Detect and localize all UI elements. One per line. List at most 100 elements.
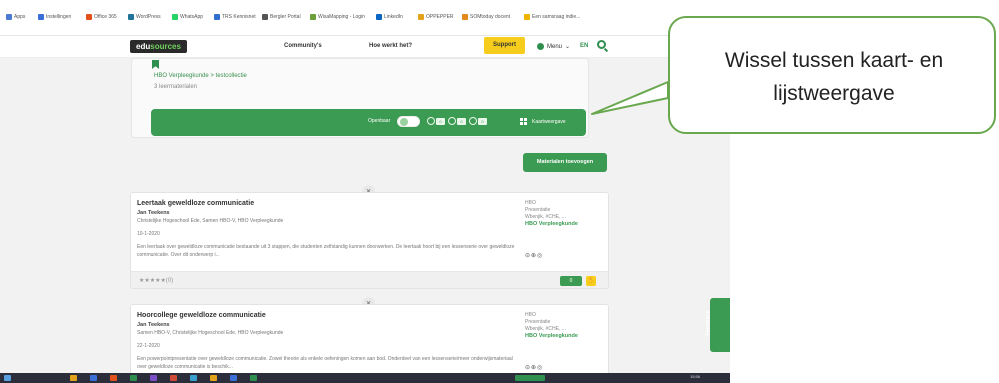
bookmark-icon — [128, 14, 134, 20]
bookmark-item[interactable]: Bergler Portal — [262, 14, 301, 20]
material-count: 3 leermaterialen — [154, 84, 198, 90]
card-title[interactable]: Leertaak geweldloze communicatie — [137, 200, 254, 207]
stat-value-3: 0 — [478, 118, 487, 125]
card-description: Een powerpointpresentatie over geweldloz… — [137, 356, 513, 370]
bookmark-label: Office 365 — [94, 14, 117, 20]
bookmark-icon — [376, 14, 382, 20]
bookmark-label: WhatsApp — [180, 14, 204, 20]
add-materials-button[interactable]: Materialen toevoegen — [523, 153, 607, 172]
card-source: Samen HBO-V, Christelijke Hogeschool Ede… — [137, 330, 284, 336]
bookmark-item[interactable]: OPPEPPER — [418, 14, 454, 20]
thumbs-icon — [427, 117, 435, 125]
stat-value-1: 0 — [436, 118, 445, 125]
grid-view-icon[interactable] — [520, 118, 527, 125]
taskbar-app-icon[interactable] — [190, 375, 197, 381]
card-footer: ★★★★★(0) 0 ✋ — [131, 271, 608, 288]
screenshot: Apps Instellingen Office 365 WordPress Whats… — [0, 0, 730, 383]
license-icon: ⊝⊕◎ — [525, 365, 544, 371]
chevron-down-icon: ⌄ — [565, 44, 571, 50]
card-source: Christelijke Hogeschool Ede, Samen HBO-V… — [137, 218, 284, 224]
breadcrumb[interactable]: HBO Verpleegkunde > testcollectie — [154, 73, 247, 79]
bookmark-icon — [462, 14, 468, 20]
applause-icon[interactable]: ✋ — [586, 276, 596, 286]
bookmark-item[interactable]: LinkedIn — [376, 14, 403, 20]
bookmark-icon — [38, 14, 44, 20]
view-toggle-label[interactable]: Kaartweergave — [532, 119, 566, 125]
feedback-tab[interactable]: Feedback — [706, 298, 730, 352]
card-description: Een leertaak over geweldloze communicati… — [137, 244, 515, 258]
taskbar-app-icon[interactable] — [515, 375, 545, 381]
share-icon — [469, 117, 477, 125]
language-switch[interactable]: EN — [580, 43, 588, 49]
applause-count[interactable]: 0 — [560, 276, 582, 286]
card-type: Presentatie — [525, 207, 551, 213]
bookmark-item[interactable]: TRS Kennisnet — [214, 14, 256, 20]
card-tags: Wbenjik, #CHE, ... — [525, 326, 566, 332]
card-author: Jan Teekens — [137, 322, 170, 328]
logo-suffix: sources — [150, 42, 181, 51]
check-icon — [448, 117, 456, 125]
taskbar-app-icon[interactable] — [170, 375, 177, 381]
rating-stars[interactable]: ★★★★★(0) — [139, 277, 173, 284]
bookmark-item[interactable]: SOMtoday docent — [462, 14, 510, 20]
logo-prefix: edu — [136, 42, 151, 51]
material-card[interactable]: Hoorcollege geweldloze communicatie Jan … — [130, 304, 609, 376]
start-icon[interactable] — [4, 375, 11, 381]
bookmark-item[interactable]: WisaMapping - Login — [310, 14, 365, 20]
support-button[interactable]: Support — [484, 37, 525, 54]
bookmark-label: WordPress — [136, 14, 161, 20]
card-discipline[interactable]: HBO Verpleegkunde — [525, 221, 578, 227]
stat-value-2: 0 — [457, 118, 466, 125]
bookmark-item[interactable]: WordPress — [128, 14, 161, 20]
callout-line-1: Wissel tussen kaart- en — [724, 49, 944, 72]
taskbar-app-icon[interactable] — [110, 375, 117, 381]
bookmark-icon — [524, 14, 530, 20]
feedback-label: Feedback — [705, 310, 712, 336]
nav-how-it-works[interactable]: Hoe werkt het? — [369, 43, 412, 49]
bookmark-icon — [86, 14, 92, 20]
material-card[interactable]: Leertaak geweldloze communicatie Jan Tee… — [130, 192, 609, 289]
nav-communities[interactable]: Community's — [284, 43, 322, 49]
taskbar-app-icon[interactable] — [150, 375, 157, 381]
bookmark-item[interactable]: Office 365 — [86, 14, 117, 20]
taskbar-app-icon[interactable] — [90, 375, 97, 381]
bookmark-label: Een samsraag indie... — [532, 14, 581, 20]
card-title[interactable]: Hoorcollege geweldloze communicatie — [137, 312, 266, 319]
bookmark-icon — [6, 14, 12, 20]
bookmark-item[interactable]: Instellingen — [38, 14, 71, 20]
user-icon — [537, 43, 544, 50]
bookmarks-bar: Apps Instellingen Office 365 WordPress Whats… — [0, 0, 730, 36]
taskbar-app-icon[interactable] — [230, 375, 237, 381]
bookmark-label: Apps — [14, 14, 26, 20]
windows-taskbar: 15:56 — [0, 373, 730, 383]
bookmark-label: OPPEPPER — [426, 14, 454, 20]
search-icon[interactable] — [597, 40, 606, 49]
card-level: HBO — [525, 312, 536, 318]
taskbar-app-icon[interactable] — [250, 375, 257, 381]
bookmark-icon — [214, 14, 220, 20]
menu-label: Menu — [547, 43, 563, 50]
card-tags: Wbenjik, #CHE, ... — [525, 214, 566, 220]
bookmark-label: WisaMapping - Login — [318, 14, 365, 20]
callout-box: Wissel tussen kaart- en lijstweergave — [668, 16, 996, 134]
taskbar-app-icon[interactable] — [210, 375, 217, 381]
callout-line-2: lijstweergave — [773, 82, 895, 105]
callout-text: Wissel tussen kaart- en lijstweergave — [670, 44, 998, 110]
edusources-logo[interactable]: edusources — [130, 40, 187, 53]
bookmark-item[interactable]: WhatsApp — [172, 14, 203, 20]
card-level: HBO — [525, 200, 536, 206]
taskbar-app-icon[interactable] — [130, 375, 137, 381]
taskbar-clock: 15:56 — [690, 374, 701, 379]
menu-button[interactable]: Menu ⌄ — [537, 43, 570, 50]
taskbar-app-icon[interactable] — [70, 375, 77, 381]
card-date: 22-1-2020 — [137, 343, 160, 349]
public-label: Openbaar — [368, 118, 391, 124]
license-icon: ⊝⊕◎ — [525, 253, 544, 259]
bookmark-icon — [172, 14, 178, 20]
bookmark-label: Instellingen — [46, 14, 72, 20]
public-toggle[interactable] — [397, 116, 420, 127]
bookmark-item[interactable]: Apps — [6, 14, 25, 20]
bookmark-label: SOMtoday docent — [470, 14, 511, 20]
card-discipline[interactable]: HBO Verpleegkunde — [525, 333, 578, 339]
bookmark-item[interactable]: Een samsraag indie... — [524, 14, 580, 20]
